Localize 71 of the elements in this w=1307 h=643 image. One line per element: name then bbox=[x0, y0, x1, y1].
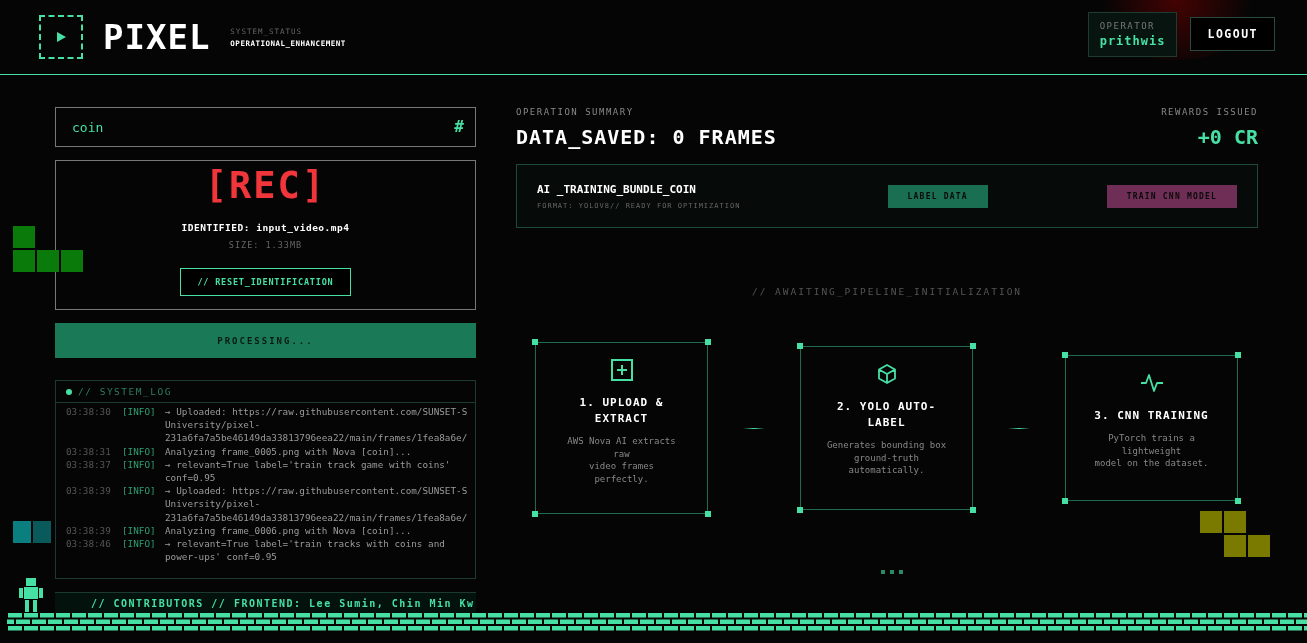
log-message: conf=0.95 bbox=[165, 471, 217, 485]
contributors-text: // CONTRIBUTORS // FRONTEND: Lee Sumin, Chin Min Kw bbox=[91, 598, 475, 609]
play-logo-icon bbox=[39, 15, 83, 59]
status-dot-icon bbox=[66, 388, 72, 395]
corner-marker-icon bbox=[1235, 498, 1241, 504]
plus-square-icon bbox=[610, 359, 633, 381]
operator-label: OPERATOR bbox=[1099, 21, 1156, 31]
corner-marker-icon bbox=[970, 507, 976, 513]
brand-title: PIXEL bbox=[103, 17, 211, 57]
corner-marker-icon bbox=[797, 507, 803, 513]
log-message: → Uploaded: https://raw.githubusercontent.com/SUNSET-S bbox=[165, 484, 469, 498]
step-title: 1. UPLOAD & EXTRACT bbox=[578, 395, 665, 427]
corner-marker-icon bbox=[532, 511, 538, 517]
corner-marker-icon bbox=[705, 339, 711, 345]
log-level: [INFO] bbox=[122, 484, 157, 499]
log-message: University/pixel- bbox=[165, 418, 262, 432]
log-message: power-ups' conf=0.95 bbox=[165, 550, 278, 564]
step-description: PyTorch trains a lightweight model on the dataset. bbox=[1094, 432, 1209, 470]
corner-marker-icon bbox=[1235, 352, 1241, 358]
log-message: → relevant=True label='train track game with coins' bbox=[165, 457, 452, 471]
summary-title: DATA_SAVED: 0 FRAMES bbox=[516, 125, 777, 149]
tetris-block-drawing bbox=[13, 521, 53, 544]
cube-icon bbox=[875, 363, 898, 385]
loading-dots-icon bbox=[881, 570, 903, 574]
hash-icon: # bbox=[454, 118, 464, 136]
corner-marker-icon bbox=[1062, 352, 1068, 358]
log-time: 03:38:46 bbox=[66, 537, 112, 552]
rewards-value: +0 CR bbox=[1197, 125, 1258, 149]
corner-marker-icon bbox=[705, 511, 711, 517]
log-message: 231a6fa7a5be46149da33813796eea22/main/frames/1fea8a6e/ bbox=[165, 510, 469, 524]
rec-indicator: [REC] bbox=[204, 163, 327, 209]
step-title: 3. CNN TRAINING bbox=[1094, 408, 1209, 424]
log-message: Analyzing frame_0006.png with Nova [coin]... bbox=[165, 523, 413, 538]
connector-line bbox=[743, 427, 765, 429]
log-level: [INFO] bbox=[122, 444, 157, 458]
pixel-figure-drawing bbox=[18, 578, 44, 612]
step-description: Generates bounding box ground-truth automatically. bbox=[826, 439, 947, 477]
corner-marker-icon bbox=[1062, 498, 1068, 504]
corner-marker-icon bbox=[970, 343, 976, 349]
logout-button[interactable]: LOGOUT bbox=[1190, 17, 1275, 51]
reset-button[interactable]: // RESET_IDENTIFICATION bbox=[180, 268, 351, 296]
log-level: [INFO] bbox=[122, 523, 157, 538]
log-time: 03:38:39 bbox=[66, 484, 112, 499]
pipeline-status: // AWAITING_PIPELINE_INITIALIZATION bbox=[750, 286, 1024, 297]
tetris-block-drawing bbox=[1200, 511, 1271, 558]
log-time: 03:38:37 bbox=[66, 457, 112, 472]
step-title: 2. YOLO AUTO-LABEL bbox=[835, 399, 938, 431]
pulse-icon bbox=[1139, 372, 1164, 394]
log-level: [INFO] bbox=[122, 537, 157, 552]
log-level: [INFO] bbox=[122, 405, 157, 419]
step-description: AWS Nova AI extracts raw video frames perfectly. bbox=[567, 435, 676, 485]
log-time: 03:38:30 bbox=[66, 405, 112, 419]
bundle-name: AI _TRAINING_BUNDLE_COIN bbox=[537, 182, 697, 196]
log-time: 03:38:31 bbox=[66, 444, 112, 458]
log-time: 03:38:39 bbox=[66, 523, 112, 538]
identified-file: IDENTIFIED: input_video.mp4 bbox=[181, 222, 350, 233]
corner-marker-icon bbox=[532, 339, 538, 345]
log-message: → relevant=True label='train tracks with coins and bbox=[165, 537, 446, 551]
connector-line bbox=[1008, 427, 1030, 429]
summary-label: OPERATION SUMMARY bbox=[516, 107, 635, 117]
corner-marker-icon bbox=[797, 343, 803, 349]
log-message: Analyzing frame_0005.png with Nova [coin]... bbox=[165, 444, 413, 458]
log-message: University/pixel- bbox=[165, 497, 262, 511]
log-message: 231a6fa7a5be46149da33813796eea22/main/frames/1fea8a6e/ bbox=[165, 431, 469, 445]
log-level: [INFO] bbox=[122, 457, 157, 472]
log-message: → Uploaded: https://raw.githubusercontent.com/SUNSET-S bbox=[165, 405, 469, 419]
file-size: SIZE: 1.33MB bbox=[228, 240, 303, 250]
tetris-block-drawing bbox=[13, 226, 85, 273]
log-title: // SYSTEM_LOG bbox=[78, 386, 172, 397]
rewards-label: REWARDS ISSUED bbox=[1161, 107, 1258, 117]
operator-name: prithwis bbox=[1099, 34, 1166, 48]
